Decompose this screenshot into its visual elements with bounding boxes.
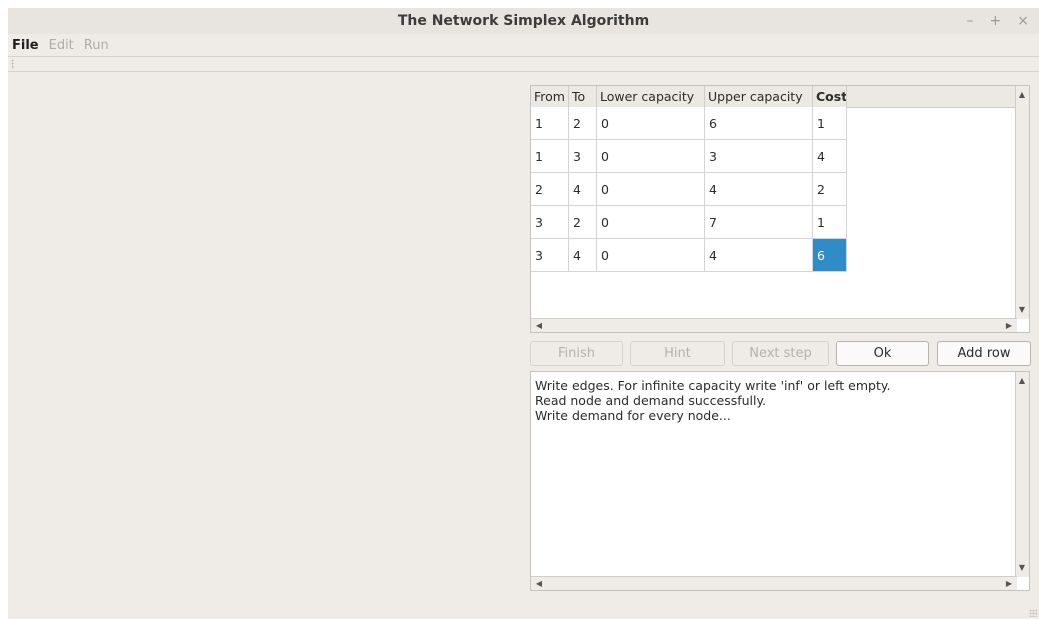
table-cell[interactable]: 4 xyxy=(705,239,813,272)
log-horizontal-scrollbar[interactable]: ◀ ▶ xyxy=(531,576,1017,590)
app-window: The Network Simplex Algorithm – + × File… xyxy=(8,8,1039,619)
scroll-left-icon[interactable]: ◀ xyxy=(533,579,545,589)
table-cell[interactable]: 1 xyxy=(531,107,569,140)
column-header-upper-capacity[interactable]: Upper capacity xyxy=(705,86,813,107)
add-row-button[interactable]: Add row xyxy=(937,341,1031,366)
table-cell[interactable]: 3 xyxy=(705,140,813,173)
table-cell[interactable]: 0 xyxy=(597,107,705,140)
table-cell[interactable]: 3 xyxy=(531,239,569,272)
finish-button[interactable]: Finish xyxy=(530,341,623,366)
table-horizontal-scrollbar[interactable]: ◀ ▶ xyxy=(531,318,1017,332)
log-vertical-scrollbar[interactable]: ▲ ▼ xyxy=(1015,372,1029,577)
table-row: 3 2 0 7 1 xyxy=(531,206,847,239)
window-controls: – + × xyxy=(967,8,1029,34)
toolbar-grip-icon[interactable] xyxy=(11,59,14,69)
menu-edit[interactable]: Edit xyxy=(45,38,80,53)
scroll-right-icon[interactable]: ▶ xyxy=(1003,579,1015,589)
table-row: 2 4 0 4 2 xyxy=(531,173,847,206)
table-cell[interactable]: 1 xyxy=(813,206,847,239)
scroll-down-icon[interactable]: ▼ xyxy=(1016,305,1028,315)
message-log[interactable]: Write edges. For infinite capacity write… xyxy=(530,371,1030,591)
table-cell[interactable]: 4 xyxy=(705,173,813,206)
hint-button[interactable]: Hint xyxy=(630,341,725,366)
table-header: From To Lower capacity Upper capacity Co… xyxy=(531,86,1017,108)
table-cell[interactable]: 0 xyxy=(597,239,705,272)
table-cell[interactable]: 2 xyxy=(569,206,597,239)
window-title: The Network Simplex Algorithm xyxy=(397,13,650,29)
toolbar xyxy=(8,56,1039,72)
maximize-icon[interactable]: + xyxy=(990,8,1002,34)
table-cell-selected[interactable]: 6 xyxy=(813,239,847,272)
minimize-icon[interactable]: – xyxy=(967,8,974,34)
table-cell[interactable]: 0 xyxy=(597,173,705,206)
resize-grip-icon[interactable] xyxy=(1029,609,1037,617)
table-cell[interactable]: 4 xyxy=(569,173,597,206)
scroll-up-icon[interactable]: ▲ xyxy=(1016,376,1028,386)
column-header-cost[interactable]: Cost xyxy=(813,86,847,107)
scroll-right-icon[interactable]: ▶ xyxy=(1003,321,1015,331)
table-cell[interactable]: 0 xyxy=(597,206,705,239)
table-cell[interactable]: 0 xyxy=(597,140,705,173)
table-vertical-scrollbar[interactable]: ▲ ▼ xyxy=(1015,86,1029,319)
table-cell[interactable]: 6 xyxy=(705,107,813,140)
log-line: Write edges. For infinite capacity write… xyxy=(535,378,891,393)
scroll-up-icon[interactable]: ▲ xyxy=(1016,90,1028,100)
edges-table[interactable]: From To Lower capacity Upper capacity Co… xyxy=(530,85,1030,333)
table-row: 1 2 0 6 1 xyxy=(531,107,847,140)
table-cell[interactable]: 3 xyxy=(569,140,597,173)
close-icon[interactable]: × xyxy=(1017,8,1029,34)
column-header-lower-capacity[interactable]: Lower capacity xyxy=(597,86,705,107)
menu-file[interactable]: File xyxy=(8,38,45,53)
column-header-from[interactable]: From xyxy=(531,86,569,107)
table-cell[interactable]: 2 xyxy=(569,107,597,140)
table-cell[interactable]: 2 xyxy=(531,173,569,206)
table-row: 1 3 0 3 4 xyxy=(531,140,847,173)
title-bar[interactable]: The Network Simplex Algorithm – + × xyxy=(8,8,1039,34)
table-cell[interactable]: 1 xyxy=(813,107,847,140)
table-cell[interactable]: 3 xyxy=(531,206,569,239)
table-body: 1 2 0 6 1 1 3 0 3 4 2 4 0 4 2 3 2 0 7 1 … xyxy=(531,107,847,272)
ok-button[interactable]: Ok xyxy=(836,341,929,366)
column-header-to[interactable]: To xyxy=(569,86,597,107)
table-cell[interactable]: 7 xyxy=(705,206,813,239)
scroll-down-icon[interactable]: ▼ xyxy=(1016,563,1028,573)
menu-bar: File Edit Run xyxy=(8,34,1039,56)
menu-run[interactable]: Run xyxy=(80,38,115,53)
table-cell[interactable]: 4 xyxy=(569,239,597,272)
log-line: Write demand for every node... xyxy=(535,408,731,423)
log-line: Read node and demand successfully. xyxy=(535,393,767,408)
scroll-left-icon[interactable]: ◀ xyxy=(533,321,545,331)
table-row: 3 4 0 4 6 xyxy=(531,239,847,272)
next-step-button[interactable]: Next step xyxy=(732,341,829,366)
table-cell[interactable]: 2 xyxy=(813,173,847,206)
table-cell[interactable]: 4 xyxy=(813,140,847,173)
table-cell[interactable]: 1 xyxy=(531,140,569,173)
log-text: Write edges. For infinite capacity write… xyxy=(535,378,890,423)
